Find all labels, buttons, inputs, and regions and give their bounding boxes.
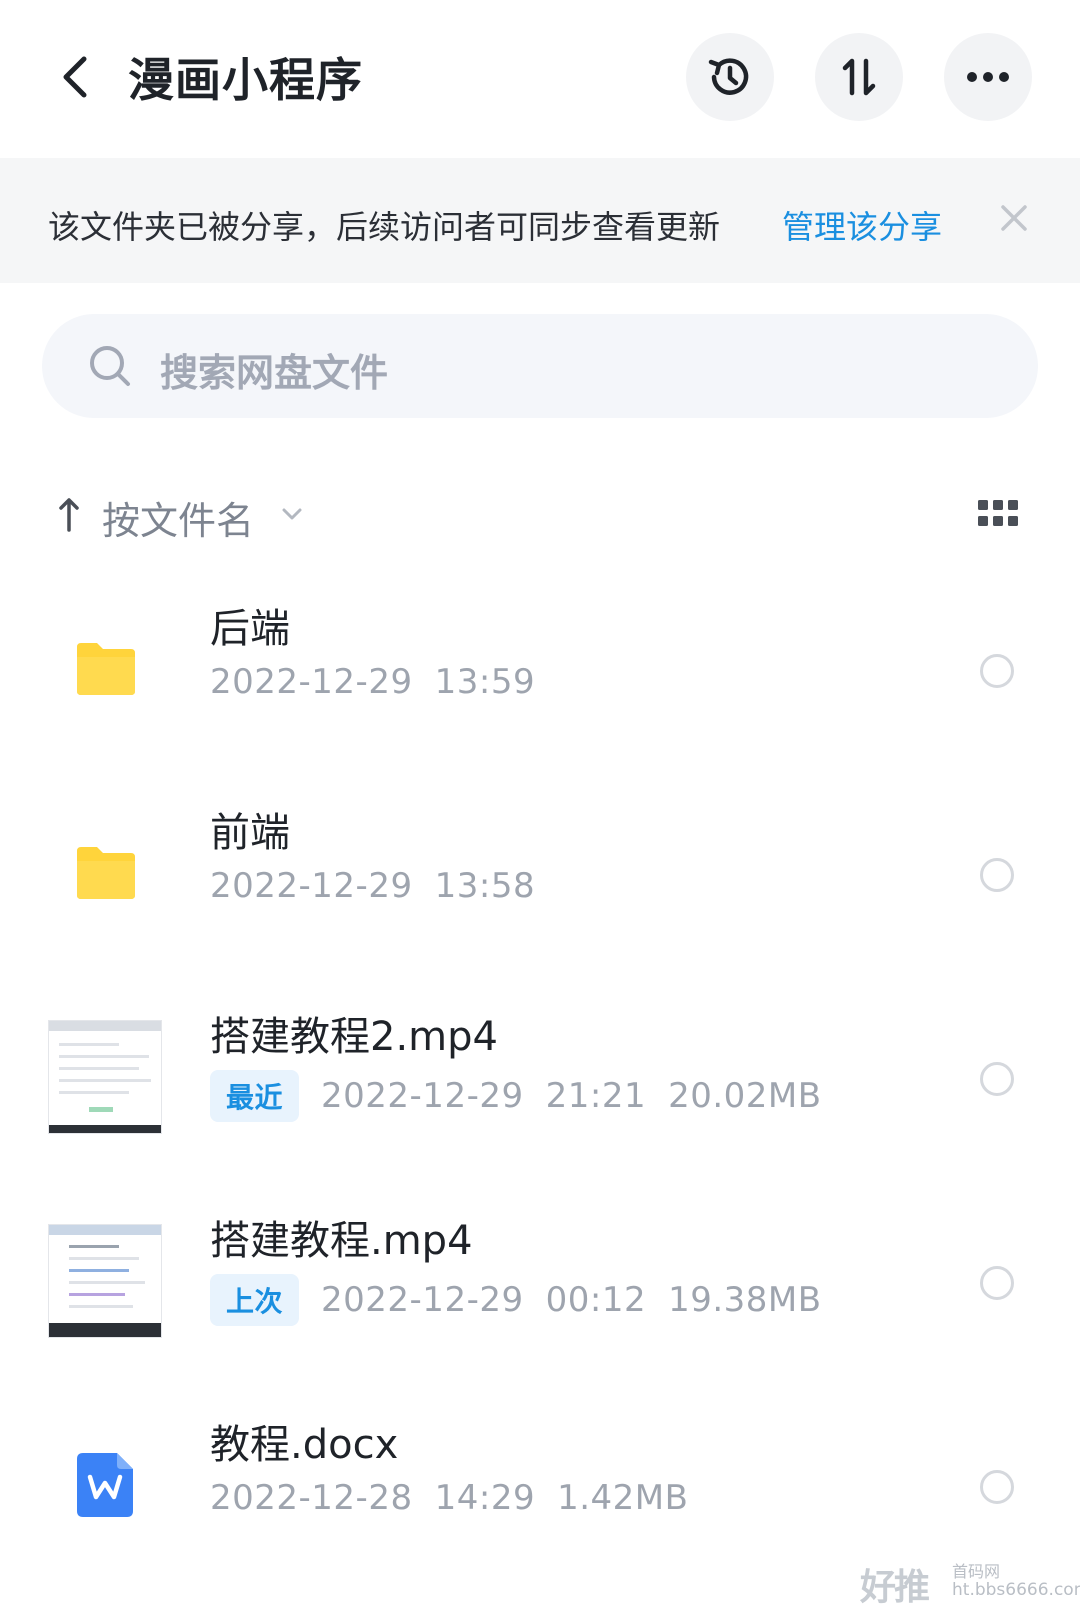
file-date: 2022-12-28 — [210, 1478, 413, 1518]
history-icon — [708, 58, 749, 95]
more-button[interactable] — [944, 33, 1032, 121]
sort-by-name-label[interactable]: 按文件名 — [102, 490, 254, 545]
share-notice-text: 该文件夹已被分享，后续访问者可同步查看更新 — [48, 208, 721, 246]
folder-thumbnail — [48, 816, 162, 930]
share-notice-banner: 该文件夹已被分享，后续访问者可同步查看更新 管理该分享 — [0, 158, 1080, 283]
file-row-frontend-folder[interactable]: 前端 2022-12-29 13:58 — [0, 778, 1080, 982]
manage-share-link[interactable]: 管理该分享 — [782, 202, 942, 248]
file-name: 搭建教程2.mp4 — [210, 1014, 498, 1060]
top-bar: 漫画小程序 — [0, 0, 1080, 158]
file-row-video[interactable]: 搭建教程2.mp4 最近 2022-12-29 21:21 20.02MB — [0, 982, 1080, 1186]
file-name: 后端 — [210, 606, 290, 652]
recent-badge: 最近 — [210, 1070, 300, 1122]
folder-icon — [77, 847, 135, 899]
word-doc-icon — [77, 1453, 133, 1517]
close-icon[interactable] — [998, 202, 1030, 234]
chevron-left-icon — [63, 56, 87, 98]
select-radio[interactable] — [980, 1062, 1014, 1096]
video-preview-image — [48, 1224, 162, 1338]
file-name: 搭建教程.mp4 — [210, 1218, 473, 1264]
file-meta: 上次 2022-12-29 00:12 19.38MB — [210, 1274, 822, 1326]
select-radio[interactable] — [980, 1266, 1014, 1300]
file-time: 21:21 — [545, 1076, 647, 1116]
file-date: 2022-12-29 — [321, 1076, 524, 1116]
sort-bar: 按文件名 — [48, 484, 1038, 544]
select-radio[interactable] — [980, 654, 1014, 688]
file-row-backend-folder[interactable]: 后端 2022-12-29 13:59 — [0, 574, 1080, 778]
file-meta: 2022-12-29 13:58 — [210, 866, 535, 906]
file-time: 00:12 — [545, 1280, 647, 1320]
arrow-up-icon[interactable] — [58, 496, 80, 532]
select-radio[interactable] — [980, 1470, 1014, 1504]
chevron-down-icon[interactable] — [278, 500, 306, 528]
file-time: 14:29 — [434, 1478, 536, 1518]
file-time: 13:59 — [434, 662, 536, 702]
watermark: 好推 首码网 ht.bbs6666.com — [860, 1556, 1080, 1608]
back-button[interactable] — [52, 52, 98, 102]
file-size: 19.38MB — [668, 1280, 822, 1320]
file-name: 教程.docx — [210, 1422, 399, 1468]
watermark-url: ht.bbs6666.com — [952, 1580, 1080, 1600]
video-thumbnail — [48, 1224, 162, 1338]
file-name: 前端 — [210, 810, 290, 856]
file-size: 20.02MB — [668, 1076, 822, 1116]
more-dots-icon — [967, 72, 1009, 82]
last-badge: 上次 — [210, 1274, 300, 1326]
file-time: 13:58 — [434, 866, 536, 906]
sort-arrows-icon — [842, 58, 876, 96]
watermark-site: 首码网 — [952, 1562, 1001, 1581]
file-date: 2022-12-29 — [210, 866, 413, 906]
grid-view-icon[interactable] — [978, 498, 1018, 530]
folder-thumbnail — [48, 612, 162, 726]
file-date: 2022-12-29 — [210, 662, 413, 702]
file-row-video[interactable]: 搭建教程.mp4 上次 2022-12-29 00:12 19.38MB — [0, 1186, 1080, 1390]
file-meta: 2022-12-28 14:29 1.42MB — [210, 1478, 688, 1518]
watermark-logo: 好推 — [860, 1567, 930, 1608]
folder-icon — [77, 643, 135, 695]
search-input[interactable]: 搜索网盘文件 — [42, 314, 1038, 418]
file-meta: 2022-12-29 13:59 — [210, 662, 535, 702]
file-date: 2022-12-29 — [321, 1280, 524, 1320]
document-thumbnail — [48, 1428, 162, 1542]
page-title: 漫画小程序 — [128, 53, 363, 107]
video-thumbnail — [48, 1020, 162, 1134]
search-icon — [90, 346, 130, 386]
search-placeholder: 搜索网盘文件 — [160, 351, 389, 395]
video-preview-image — [48, 1020, 162, 1134]
file-meta: 最近 2022-12-29 21:21 20.02MB — [210, 1070, 822, 1122]
history-button[interactable] — [686, 33, 774, 121]
sort-button[interactable] — [815, 33, 903, 121]
select-radio[interactable] — [980, 858, 1014, 892]
file-size: 1.42MB — [557, 1478, 689, 1518]
